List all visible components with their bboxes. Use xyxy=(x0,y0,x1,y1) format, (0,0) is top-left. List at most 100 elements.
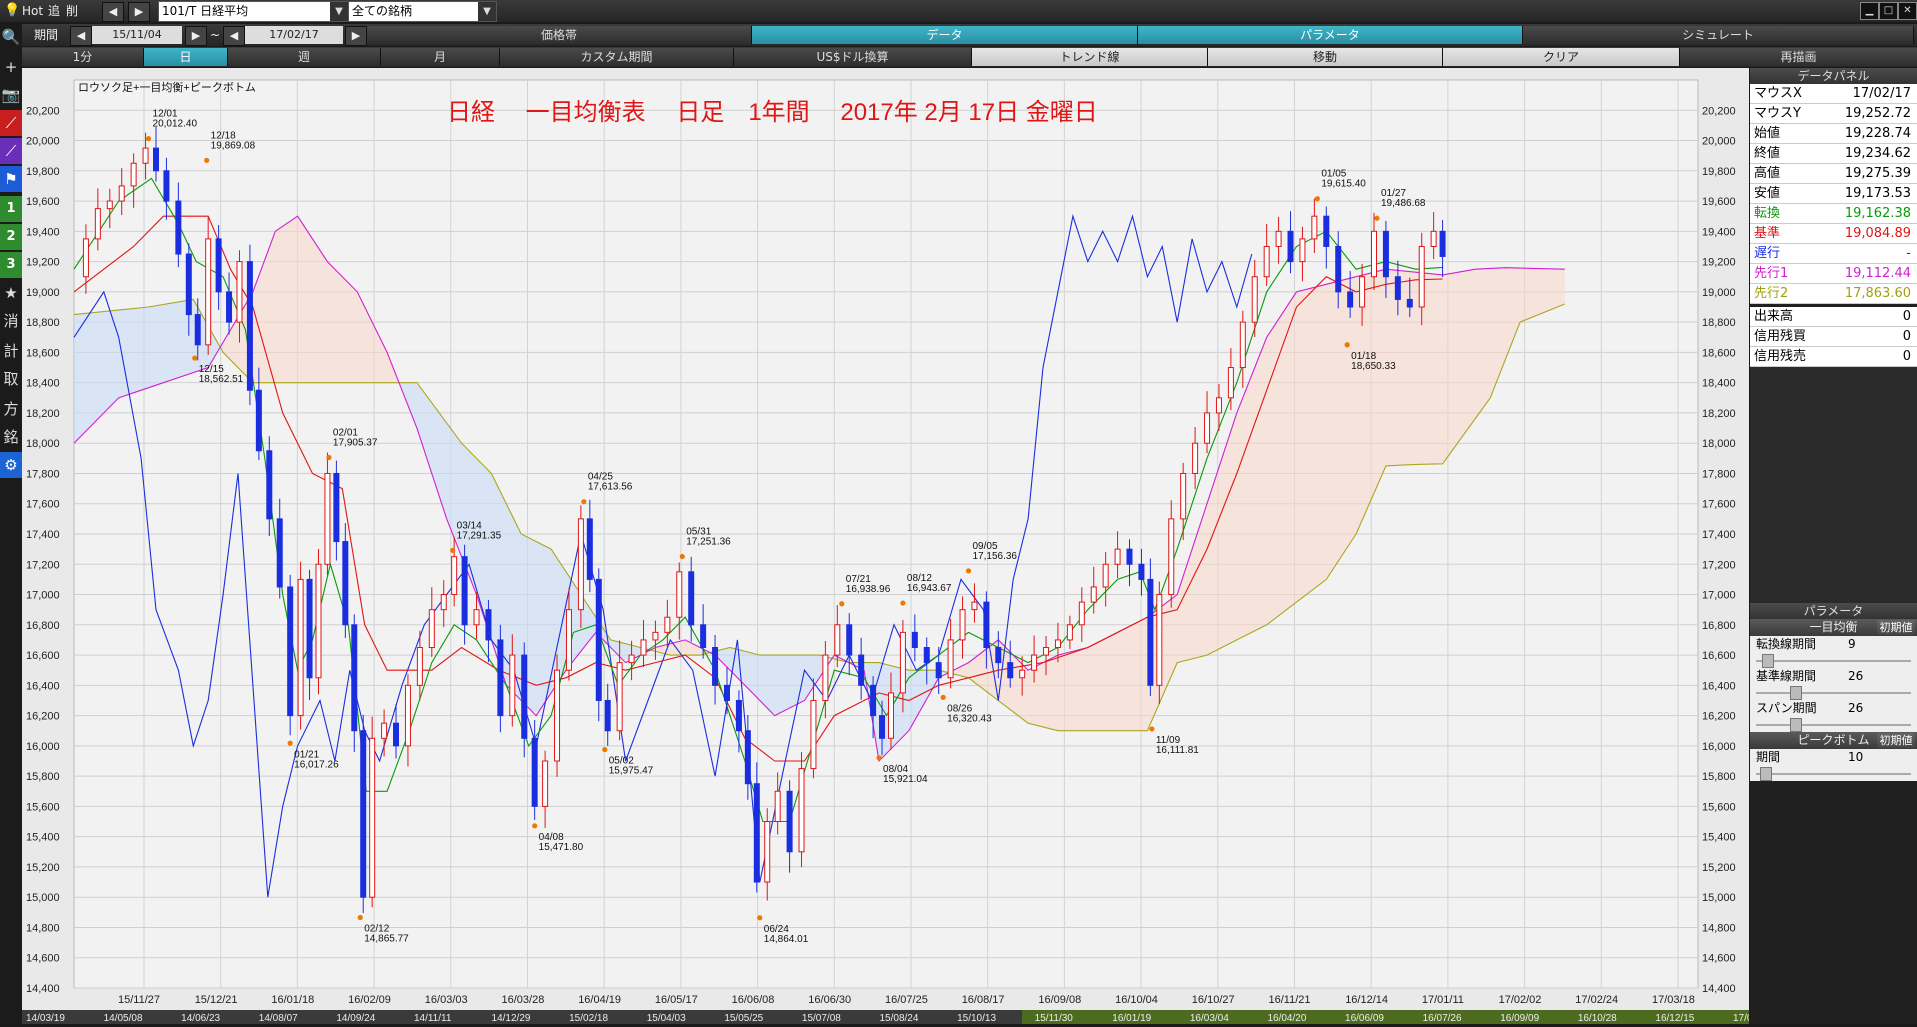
slider-knob[interactable] xyxy=(1790,718,1802,732)
prev-symbol-button[interactable]: ◀ xyxy=(102,2,124,22)
param-value[interactable]: 26 xyxy=(1848,668,1863,684)
slot-2-icon[interactable]: 2 xyxy=(0,224,22,250)
candle-body xyxy=(652,631,659,641)
interval-item-5[interactable]: US$ドル換算 xyxy=(734,48,972,66)
interval-item-9[interactable]: 再描画 xyxy=(1680,48,1917,66)
candle-body xyxy=(822,654,829,701)
param-value[interactable]: 9 xyxy=(1848,636,1856,652)
fetch-icon[interactable]: 取 xyxy=(0,366,22,392)
line-chart-icon[interactable]: ⟋ xyxy=(0,110,22,136)
y-tick-label: 20,200 xyxy=(26,105,60,117)
interval-item-8[interactable]: クリア xyxy=(1443,48,1680,66)
slot-3-icon[interactable]: 3 xyxy=(0,252,22,278)
tab-0[interactable]: 価格帯 xyxy=(367,26,752,44)
to-prev-button[interactable]: ◀ xyxy=(223,26,245,46)
from-next-button[interactable]: ▶ xyxy=(185,26,207,46)
settings-icon[interactable]: ⚙ xyxy=(0,452,22,478)
candle-body xyxy=(1102,563,1109,588)
slider-knob[interactable] xyxy=(1790,686,1802,700)
candle-body xyxy=(1371,230,1378,278)
y-tick-label: 17,600 xyxy=(1702,499,1736,511)
next-symbol-button[interactable]: ▶ xyxy=(128,2,150,22)
universe-value: 全ての銘柄 xyxy=(352,4,413,18)
param-value[interactable]: 26 xyxy=(1848,700,1863,716)
period-next-button[interactable]: ▶ xyxy=(345,26,367,46)
stock-icon[interactable]: 銘 xyxy=(0,424,22,450)
period-prev-button[interactable]: ◀ xyxy=(70,26,92,46)
interval-item-4[interactable]: カスタム期間 xyxy=(500,48,734,66)
chart-area[interactable]: 20,200 20,200 20,000 20,000 19,800 19,800 19,6… xyxy=(22,68,1772,1024)
candle-body xyxy=(473,609,480,626)
ichimoku-chart[interactable]: 20,200 20,200 20,000 20,000 19,800 19,800 19,6… xyxy=(22,68,1772,1024)
interval-item-6[interactable]: トレンド線 xyxy=(972,48,1208,66)
candle-body xyxy=(315,563,322,679)
top-toolbar: 💡 Hot 追 削 ◀ ▶ 101/T 日経平均 ▼ 全ての銘柄 ▼ ▁ □ ✕ xyxy=(0,0,1917,22)
y-tick-label: 14,600 xyxy=(1702,953,1736,965)
calc-icon[interactable]: 計 xyxy=(0,338,22,364)
data-row-value: 19,275.39 xyxy=(1844,166,1911,181)
candle-body xyxy=(628,654,635,664)
data-row-key: 高値 xyxy=(1754,166,1781,181)
tab-2[interactable]: パラメータ xyxy=(1138,26,1523,44)
peak-reset-button[interactable]: 初期値 xyxy=(1877,733,1915,748)
param-slider[interactable] xyxy=(1750,716,1917,732)
y-tick-label: 16,800 xyxy=(1702,620,1736,632)
period-to-field[interactable]: 17/02/17 xyxy=(245,26,343,44)
candle-body xyxy=(163,170,170,202)
flag-icon[interactable]: ⚑ xyxy=(0,166,22,192)
interval-item-3[interactable]: 月 xyxy=(381,48,500,66)
star-icon[interactable]: ★ xyxy=(0,280,22,306)
close-icon[interactable]: ✕ xyxy=(1898,2,1917,20)
erase-icon[interactable]: 消 xyxy=(0,308,22,334)
candle-body xyxy=(1239,321,1246,369)
peak-marker xyxy=(357,914,363,921)
candle-body xyxy=(276,518,283,588)
interval-item-7[interactable]: 移動 xyxy=(1208,48,1443,66)
camera-icon[interactable]: 📷 xyxy=(0,82,22,108)
candle-body xyxy=(1078,601,1085,626)
crosshair-icon[interactable]: + xyxy=(0,54,22,80)
symbol-select[interactable]: 101/T 日経平均 ▼ xyxy=(158,1,349,22)
universe-select[interactable]: 全ての銘柄 ▼ xyxy=(348,1,497,22)
slider-knob[interactable] xyxy=(1762,654,1774,668)
bulb-icon[interactable]: 💡 xyxy=(4,2,20,20)
param-slider[interactable] xyxy=(1750,684,1917,700)
param-slider[interactable] xyxy=(1750,765,1917,781)
interval-item-2[interactable]: 週 xyxy=(228,48,381,66)
data-row: 基準 19,084.89 xyxy=(1750,224,1917,244)
overview-tick-label: 16/10/28 xyxy=(1578,1013,1617,1024)
ichimoku-reset-button[interactable]: 初期値 xyxy=(1877,620,1915,635)
search-icon[interactable]: 🔍 xyxy=(0,24,22,50)
slider-knob[interactable] xyxy=(1760,767,1772,781)
hot-button[interactable]: Hot xyxy=(22,2,43,20)
candle-body xyxy=(215,238,222,293)
data-row: マウスY 19,252.72 xyxy=(1750,104,1917,124)
interval-bar: 1分日週月カスタム期間 US$ドル換算 トレンド線 移動 クリア 再描画 xyxy=(0,47,1917,67)
interval-item-0[interactable]: 1分 xyxy=(22,48,144,66)
tab-1[interactable]: データ xyxy=(752,26,1138,44)
y-tick-label: 15,200 xyxy=(1702,862,1736,874)
indicator-icon[interactable]: ⟋ xyxy=(0,138,22,164)
candle-body xyxy=(834,624,841,656)
candle-body xyxy=(185,253,192,316)
maximize-icon[interactable]: □ xyxy=(1879,2,1898,20)
forward-button[interactable]: 追 xyxy=(48,2,60,20)
y-tick-label: 17,600 xyxy=(26,499,60,511)
minimize-icon[interactable]: ▁ xyxy=(1860,2,1879,20)
period-from-field[interactable]: 15/11/04 xyxy=(92,26,182,44)
param-value[interactable]: 10 xyxy=(1848,749,1863,765)
method-icon[interactable]: 方 xyxy=(0,396,22,422)
candle-body xyxy=(879,715,886,739)
data-row-value: 19,228.74 xyxy=(1844,126,1911,141)
delete-button[interactable]: 削 xyxy=(66,2,78,20)
candle-body xyxy=(1263,245,1270,278)
x-tick-label: 16/06/30 xyxy=(808,994,851,1006)
peak-value-label: 16,943.67 xyxy=(907,583,952,594)
peak-marker xyxy=(1344,342,1350,348)
tab-3[interactable]: シミュレート xyxy=(1523,26,1914,44)
data-row-key: 遅行 xyxy=(1754,246,1781,261)
slot-1-icon[interactable]: 1 xyxy=(0,196,22,222)
x-tick-label: 17/02/02 xyxy=(1499,994,1542,1006)
param-slider[interactable] xyxy=(1750,652,1917,668)
interval-item-1[interactable]: 日 xyxy=(144,48,228,66)
